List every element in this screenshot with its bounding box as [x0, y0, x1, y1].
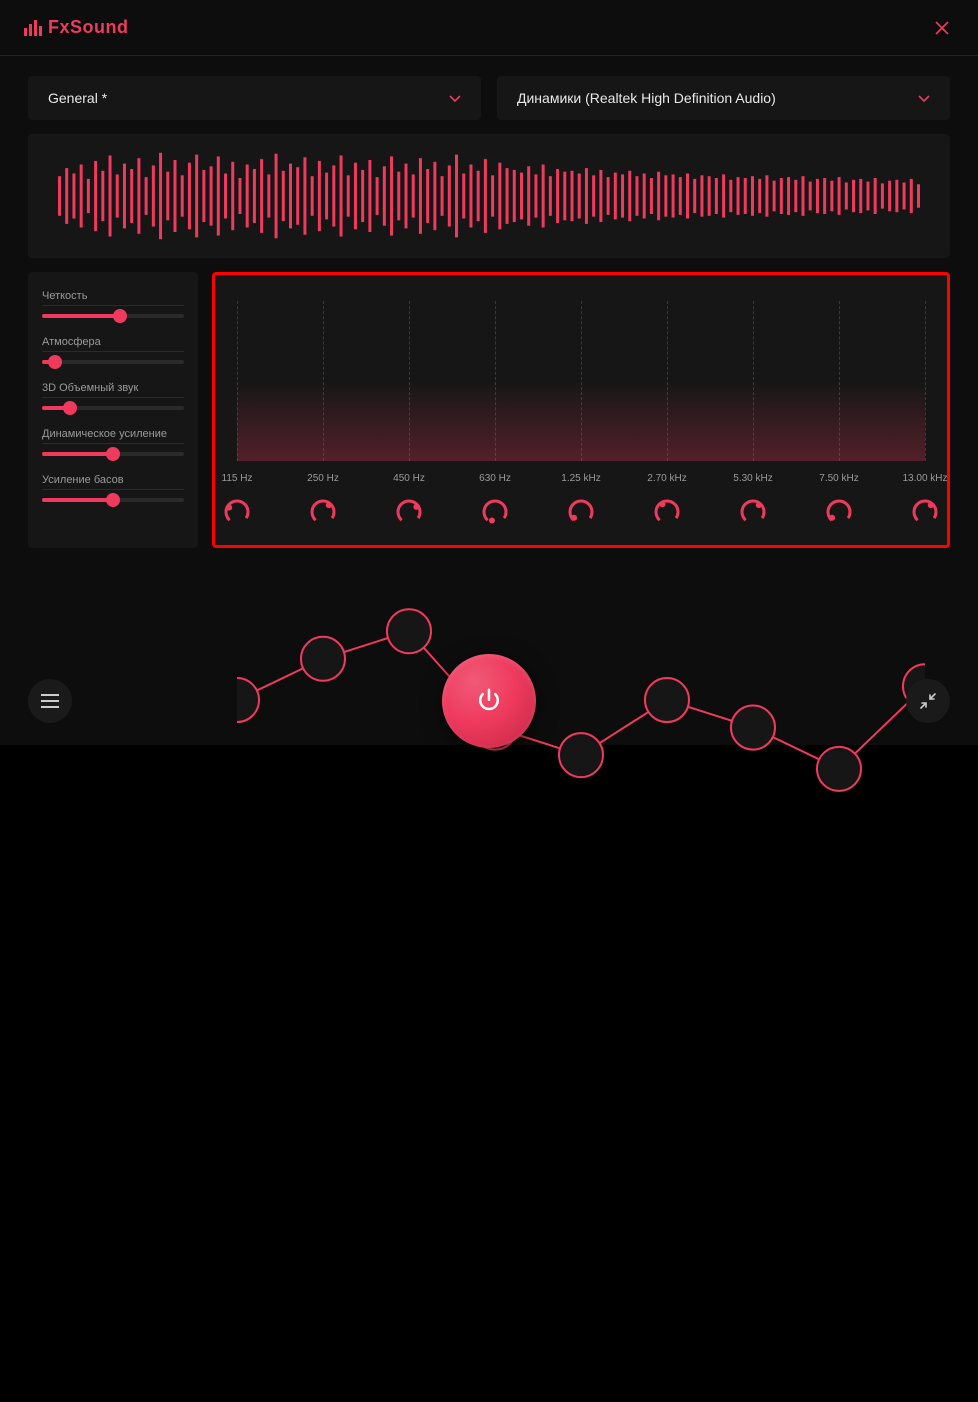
slider-track[interactable]	[42, 406, 184, 410]
hamburger-icon	[41, 694, 59, 708]
selects-row: General * Динамики (Realtek High Definit…	[28, 76, 950, 120]
slider-1: Атмосфера	[42, 336, 184, 364]
eq-band-label: 250 Hz	[299, 473, 347, 484]
chevron-down-icon	[918, 90, 930, 106]
slider-track[interactable]	[42, 360, 184, 364]
slider-label: Атмосфера	[42, 336, 184, 352]
close-icon	[934, 20, 950, 36]
eq-knob[interactable]	[394, 497, 424, 527]
waveform-panel	[28, 134, 950, 258]
slider-0: Четкость	[42, 290, 184, 318]
content-area: General * Динамики (Realtek High Definit…	[0, 56, 978, 548]
output-label: Динамики (Realtek High Definition Audio)	[517, 90, 776, 106]
preset-select[interactable]: General *	[28, 76, 481, 120]
menu-button[interactable]	[28, 679, 72, 723]
slider-thumb[interactable]	[106, 493, 120, 507]
eq-node[interactable]	[817, 747, 861, 791]
eq-node[interactable]	[387, 609, 431, 653]
slider-thumb[interactable]	[106, 447, 120, 461]
eq-knob[interactable]	[222, 497, 252, 527]
footer	[28, 679, 950, 723]
logo-bars-icon	[24, 20, 42, 36]
waveform-visualizer	[58, 146, 920, 246]
slider-track[interactable]	[42, 498, 184, 502]
titlebar: FxSound	[0, 0, 978, 56]
eq-band-label: 1.25 kHz	[557, 473, 605, 484]
eq-band-line[interactable]	[495, 301, 496, 461]
app-logo: FxSound	[24, 17, 129, 38]
output-select[interactable]: Динамики (Realtek High Definition Audio)	[497, 76, 950, 120]
eq-knob[interactable]	[308, 497, 338, 527]
eq-band-line[interactable]	[839, 301, 840, 461]
effects-sliders-panel: Четкость Атмосфера 3D Объемный звук Дина…	[28, 272, 198, 548]
app-window: FxSound General * Динамики (Realtek High…	[0, 0, 978, 745]
slider-thumb[interactable]	[63, 401, 77, 415]
slider-3: Динамическое усиление	[42, 428, 184, 456]
eq-band-label: 13.00 kHz	[901, 473, 949, 484]
slider-thumb[interactable]	[48, 355, 62, 369]
slider-label: Динамическое усиление	[42, 428, 184, 444]
eq-node[interactable]	[301, 637, 345, 681]
eq-band-line[interactable]	[753, 301, 754, 461]
eq-knob[interactable]	[824, 497, 854, 527]
slider-label: Усиление басов	[42, 474, 184, 490]
collapse-button[interactable]	[906, 679, 950, 723]
chevron-down-icon	[449, 90, 461, 106]
slider-thumb[interactable]	[113, 309, 127, 323]
eq-band-line[interactable]	[237, 301, 238, 461]
eq-knob[interactable]	[652, 497, 682, 527]
eq-band-label: 5.30 kHz	[729, 473, 777, 484]
eq-band-label: 630 Hz	[471, 473, 519, 484]
eq-band-line[interactable]	[667, 301, 668, 461]
slider-label: 3D Объемный звук	[42, 382, 184, 398]
eq-knob[interactable]	[566, 497, 596, 527]
collapse-icon	[920, 693, 936, 709]
eq-curve	[237, 301, 925, 1402]
eq-labels-row: 115 Hz250 Hz450 Hz630 Hz1.25 kHz2.70 kHz…	[237, 473, 925, 487]
eq-band-label: 450 Hz	[385, 473, 433, 484]
slider-4: Усиление басов	[42, 474, 184, 502]
close-button[interactable]	[930, 16, 954, 40]
eq-knob[interactable]	[480, 497, 510, 527]
eq-node[interactable]	[559, 733, 603, 777]
eq-band-label: 115 Hz	[213, 473, 261, 484]
preset-label: General *	[48, 90, 107, 106]
slider-2: 3D Объемный звук	[42, 382, 184, 410]
eq-band-line[interactable]	[581, 301, 582, 461]
eq-band-line[interactable]	[323, 301, 324, 461]
app-name: FxSound	[48, 17, 129, 38]
eq-band-label: 7.50 kHz	[815, 473, 863, 484]
lower-row: Четкость Атмосфера 3D Объемный звук Дина…	[28, 272, 950, 548]
slider-track[interactable]	[42, 314, 184, 318]
eq-band-label: 2.70 kHz	[643, 473, 691, 484]
eq-band-line[interactable]	[925, 301, 926, 461]
eq-band-line[interactable]	[409, 301, 410, 461]
slider-track[interactable]	[42, 452, 184, 456]
power-button[interactable]	[442, 654, 536, 748]
slider-label: Четкость	[42, 290, 184, 306]
eq-graph	[237, 301, 925, 461]
eq-knob[interactable]	[910, 497, 940, 527]
eq-knob[interactable]	[738, 497, 768, 527]
equalizer-panel: 115 Hz 250 Hz 450 Hz 630 Hz 1.25 kHz 2.70 kHz…	[212, 272, 950, 548]
power-icon	[474, 686, 504, 716]
eq-knobs-row	[237, 497, 925, 527]
